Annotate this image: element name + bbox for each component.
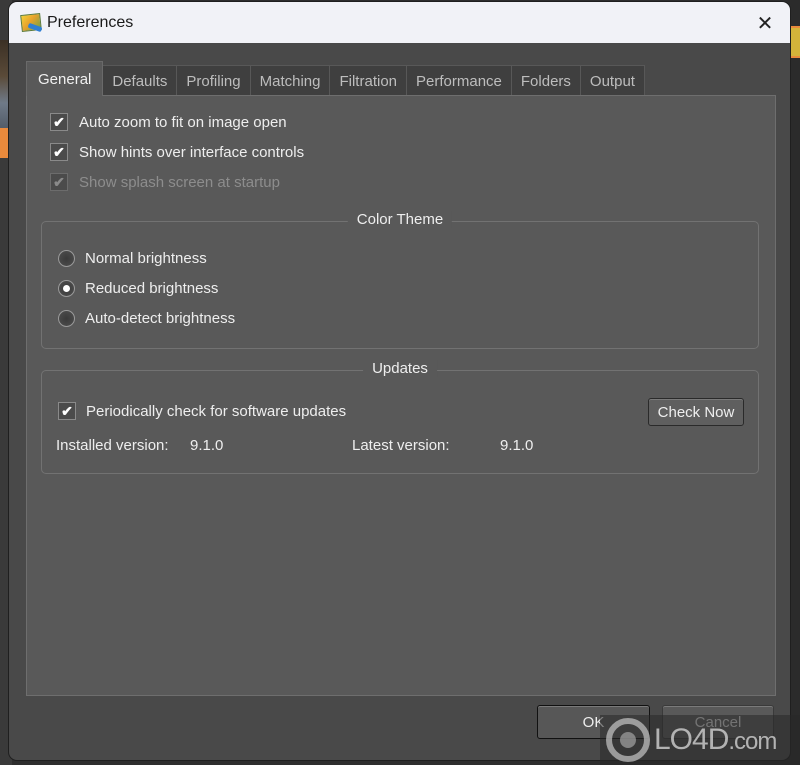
- periodic-check-checkbox[interactable]: ✔: [58, 402, 76, 420]
- color-theme-group: Color Theme Normal brightness Reduced br…: [41, 211, 759, 349]
- watermark-suffix: .com: [728, 728, 777, 755]
- reduced-brightness-label: Reduced brightness: [85, 280, 219, 297]
- tab-general[interactable]: General: [26, 61, 104, 96]
- tab-profiling[interactable]: Profiling: [176, 65, 251, 97]
- lo4d-watermark: LO4D.com: [600, 715, 800, 765]
- checkmark-icon: ✔: [53, 144, 65, 160]
- normal-brightness-option[interactable]: Normal brightness: [58, 250, 207, 267]
- checkmark-icon: ✔: [53, 174, 65, 190]
- reduced-brightness-option[interactable]: Reduced brightness: [58, 280, 218, 297]
- background-yellow-tab: [790, 26, 800, 58]
- tab-filtration[interactable]: Filtration: [329, 65, 408, 97]
- general-panel: ✔ Auto zoom to fit on image open ✔ Show …: [26, 95, 776, 696]
- auto-detect-brightness-label: Auto-detect brightness: [85, 310, 236, 327]
- dialog-title: Preferences: [47, 13, 134, 31]
- auto-zoom-checkbox[interactable]: ✔: [50, 113, 68, 131]
- tab-matching[interactable]: Matching: [249, 65, 331, 97]
- tab-folders[interactable]: Folders: [510, 65, 581, 97]
- splash-screen-checkbox: ✔: [50, 173, 68, 191]
- updates-group: Updates ✔ Periodically check for softwar…: [41, 360, 759, 474]
- preferences-dialog: Preferences ✕ General Defaults Profiling…: [9, 2, 790, 760]
- title-bar: Preferences ✕: [9, 2, 790, 43]
- tab-performance[interactable]: Performance: [406, 65, 512, 97]
- auto-detect-brightness-radio[interactable]: [58, 310, 75, 327]
- check-now-button[interactable]: Check Now: [648, 398, 744, 426]
- auto-zoom-option[interactable]: ✔ Auto zoom to fit on image open: [50, 113, 287, 131]
- installed-version-value: 9.1.0: [190, 437, 224, 454]
- tab-bar: General Defaults Profiling Matching Filt…: [26, 61, 645, 97]
- splash-screen-option: ✔ Show splash screen at startup: [50, 173, 280, 191]
- lo4d-logo-icon: [606, 718, 650, 762]
- close-icon: ✕: [756, 11, 774, 35]
- checkmark-icon: ✔: [61, 403, 73, 419]
- watermark-text: LO4D: [654, 723, 729, 756]
- reduced-brightness-radio[interactable]: [58, 280, 75, 297]
- checkmark-icon: ✔: [53, 114, 65, 130]
- show-hints-label: Show hints over interface controls: [79, 143, 305, 161]
- color-theme-title: Color Theme: [347, 211, 453, 228]
- auto-detect-brightness-option[interactable]: Auto-detect brightness: [58, 310, 235, 327]
- photo-editor-icon: [20, 12, 43, 33]
- updates-title: Updates: [363, 360, 437, 377]
- normal-brightness-label: Normal brightness: [85, 250, 207, 267]
- periodic-check-label: Periodically check for software updates: [86, 402, 347, 420]
- normal-brightness-radio[interactable]: [58, 250, 75, 267]
- auto-zoom-label: Auto zoom to fit on image open: [79, 113, 287, 131]
- tab-output[interactable]: Output: [579, 65, 645, 97]
- periodic-check-option[interactable]: ✔ Periodically check for software update…: [58, 402, 346, 420]
- latest-version-value: 9.1.0: [500, 437, 534, 454]
- close-button[interactable]: ✕: [750, 8, 780, 38]
- tab-defaults[interactable]: Defaults: [102, 65, 178, 97]
- latest-version-label: Latest version:: [352, 437, 450, 454]
- installed-version-label: Installed version:: [56, 437, 169, 454]
- splash-screen-label: Show splash screen at startup: [79, 173, 280, 191]
- show-hints-checkbox[interactable]: ✔: [50, 143, 68, 161]
- show-hints-option[interactable]: ✔ Show hints over interface controls: [50, 143, 304, 161]
